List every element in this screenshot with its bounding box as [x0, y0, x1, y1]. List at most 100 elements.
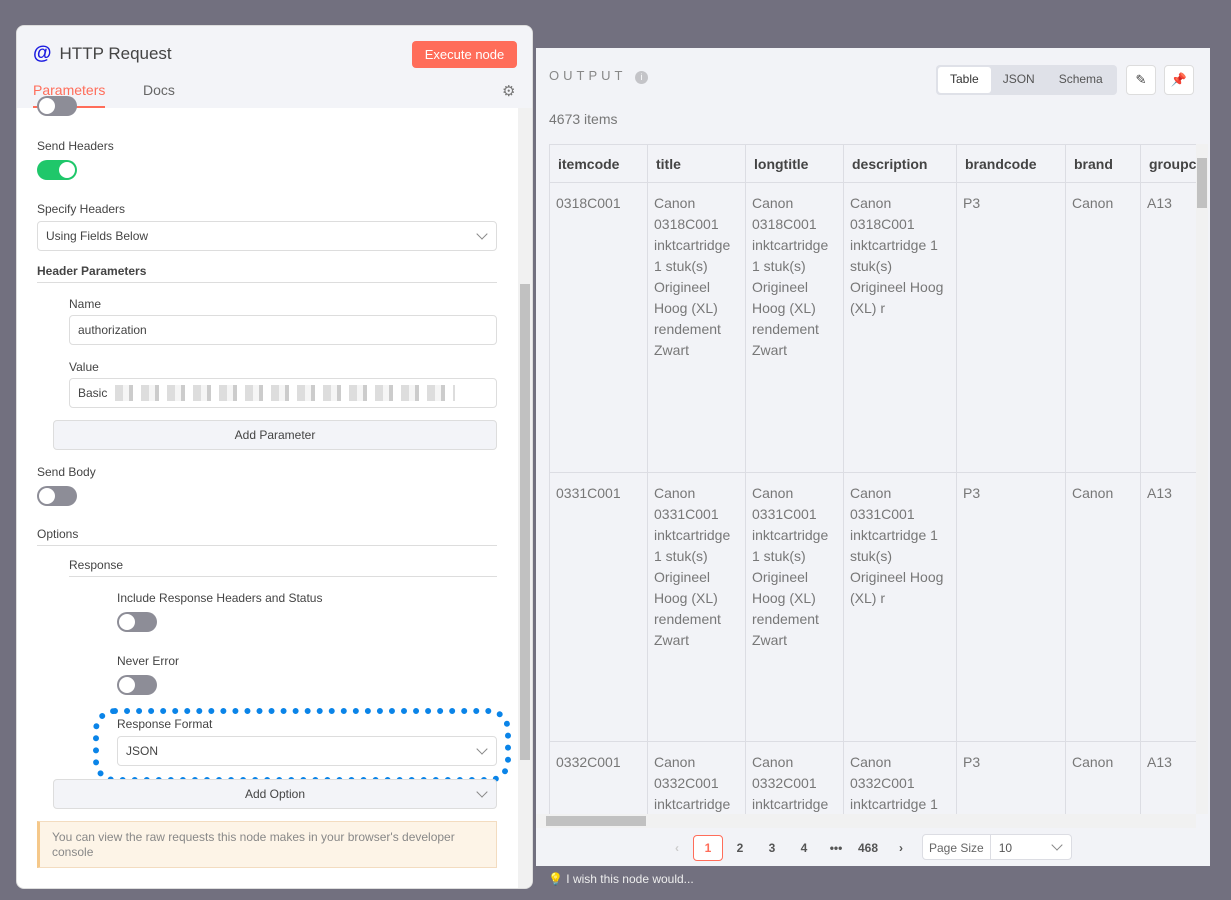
table-cell: A13: [1140, 741, 1196, 814]
item-count: 4673 items: [549, 111, 618, 127]
info-icon[interactable]: i: [635, 71, 648, 84]
view-json[interactable]: JSON: [991, 67, 1047, 93]
pin-icon[interactable]: 📌: [1164, 65, 1194, 95]
specify-headers-value: Using Fields Below: [46, 229, 149, 243]
output-panel: OUTPUT i Table JSON Schema ✎ 📌 4673 item…: [536, 48, 1210, 866]
send-headers-label: Send Headers: [37, 139, 114, 153]
table-cell: Canon: [1065, 741, 1141, 814]
feedback-text: I wish this node would...: [566, 872, 694, 886]
output-table-wrapper: itemcode title longtitle description brandco…: [549, 144, 1196, 814]
table-cell: Canon 0332C001 inktcartridge 1: [843, 741, 957, 814]
table-cell: Canon 0331C001 inktcartridge 1 stuk(s) O…: [745, 472, 844, 742]
add-option-label: Add Option: [244, 787, 306, 801]
name-input[interactable]: authorization: [69, 315, 497, 345]
output-title: OUTPUT: [549, 68, 627, 83]
table-header-row: itemcode title longtitle description brandco…: [549, 144, 1196, 183]
table-cell: Canon 0318C001 inktcartridge 1 stuk(s) O…: [745, 182, 844, 473]
page-button[interactable]: 2: [725, 835, 755, 861]
table-cell: P3: [956, 741, 1066, 814]
page-size-value-wrap: 10: [991, 835, 1071, 859]
table-cell: A13: [1140, 472, 1196, 742]
notice-callout: You can view the raw requests this node …: [37, 821, 497, 868]
node-title-text: HTTP Request: [59, 44, 172, 63]
response-format-label: Response Format: [117, 717, 213, 731]
page-button[interactable]: 4: [789, 835, 819, 861]
chevron-down-icon: [476, 743, 488, 755]
node-panel: @ HTTP Request Execute node Parameters Do…: [16, 25, 533, 889]
prev-page-button[interactable]: ‹: [662, 835, 692, 861]
value-label: Value: [69, 360, 99, 374]
chevron-down-icon: [476, 228, 488, 240]
page-size-value: 10: [998, 841, 1013, 855]
column-header[interactable]: brandcode: [956, 144, 1066, 183]
table-cell: 0332C001: [549, 741, 648, 814]
page-button[interactable]: •••: [821, 835, 851, 861]
page-size-select[interactable]: Page Size 10: [922, 834, 1072, 860]
response-format-value: JSON: [126, 744, 159, 758]
name-value: authorization: [78, 323, 147, 337]
page-button[interactable]: 468: [853, 835, 883, 861]
table-row: 0318C001 Canon 0318C001 inktcartridge 1 s…: [549, 182, 1196, 473]
table-cell: 0331C001: [549, 472, 648, 742]
specify-headers-label: Specify Headers: [37, 202, 126, 216]
scroll-thumb[interactable]: [546, 816, 646, 826]
scroll-thumb[interactable]: [1197, 158, 1207, 208]
at-icon: @: [33, 43, 52, 64]
never-error-label: Never Error: [117, 654, 180, 668]
tab-docs[interactable]: Docs: [143, 82, 175, 106]
table-cell: Canon 0318C001 inktcartridge 1 stuk(s) O…: [647, 182, 746, 473]
specify-headers-select[interactable]: Using Fields Below: [37, 221, 497, 251]
horizontal-scrollbar[interactable]: [536, 814, 1196, 828]
redacted-value: [115, 385, 456, 401]
table-row: 0331C001 Canon 0331C001 inktcartridge 1 s…: [549, 472, 1196, 742]
response-heading: Response: [69, 558, 497, 577]
send-headers-toggle[interactable]: [37, 160, 77, 180]
options-heading: Options: [37, 527, 497, 546]
table-cell: Canon: [1065, 182, 1141, 473]
feedback-link[interactable]: 💡 I wish this node would...: [548, 872, 694, 886]
next-page-button[interactable]: ›: [886, 835, 916, 861]
vertical-scrollbar[interactable]: [1196, 144, 1208, 814]
table-cell: Canon 0332C001 inktcartridge: [647, 741, 746, 814]
send-body-label: Send Body: [37, 465, 96, 479]
chevron-down-icon: [476, 786, 488, 798]
view-schema[interactable]: Schema: [1047, 67, 1115, 93]
node-header: @ HTTP Request Execute node Parameters Do…: [17, 26, 532, 108]
page-button[interactable]: 1: [693, 835, 723, 861]
include-headers-toggle[interactable]: [117, 612, 157, 632]
execute-node-button[interactable]: Execute node: [412, 41, 517, 68]
page-button[interactable]: 3: [757, 835, 787, 861]
never-error-toggle[interactable]: [117, 675, 157, 695]
column-header[interactable]: groupc: [1140, 144, 1196, 183]
view-table[interactable]: Table: [938, 67, 991, 93]
table-cell: P3: [956, 472, 1066, 742]
table-cell: Canon 0331C001 inktcartridge 1 stuk(s) O…: [647, 472, 746, 742]
table-row: 0332C001 Canon 0332C001 inktcartridge Cano…: [549, 741, 1196, 814]
column-header[interactable]: description: [843, 144, 957, 183]
add-parameter-button[interactable]: Add Parameter: [53, 420, 497, 450]
add-option-button[interactable]: Add Option: [53, 779, 497, 809]
prev-toggle[interactable]: [37, 96, 77, 116]
table-cell: A13: [1140, 182, 1196, 473]
column-header[interactable]: itemcode: [549, 144, 648, 183]
send-body-toggle[interactable]: [37, 486, 77, 506]
table-cell: Canon 0332C001 inktcartridge: [745, 741, 844, 814]
node-title: @ HTTP Request: [33, 43, 172, 65]
column-header[interactable]: brand: [1065, 144, 1141, 183]
scroll-thumb[interactable]: [520, 284, 530, 760]
edit-pencil-icon[interactable]: ✎: [1126, 65, 1156, 95]
gear-icon[interactable]: ⚙: [502, 82, 515, 100]
page-size-label: Page Size: [923, 835, 991, 859]
name-label: Name: [69, 297, 102, 311]
table-cell: Canon 0318C001 inktcartridge 1 stuk(s) O…: [843, 182, 957, 473]
column-header[interactable]: title: [647, 144, 746, 183]
output-table: itemcode title longtitle description brandco…: [549, 144, 1196, 814]
value-input[interactable]: Basic: [69, 378, 497, 408]
scrollbar[interactable]: [518, 108, 532, 888]
table-cell: 0318C001: [549, 182, 648, 473]
column-header[interactable]: longtitle: [745, 144, 844, 183]
table-cell: P3: [956, 182, 1066, 473]
response-format-select[interactable]: JSON: [117, 736, 497, 766]
chevron-down-icon: [1051, 839, 1063, 851]
view-switcher: Table JSON Schema: [936, 65, 1117, 95]
